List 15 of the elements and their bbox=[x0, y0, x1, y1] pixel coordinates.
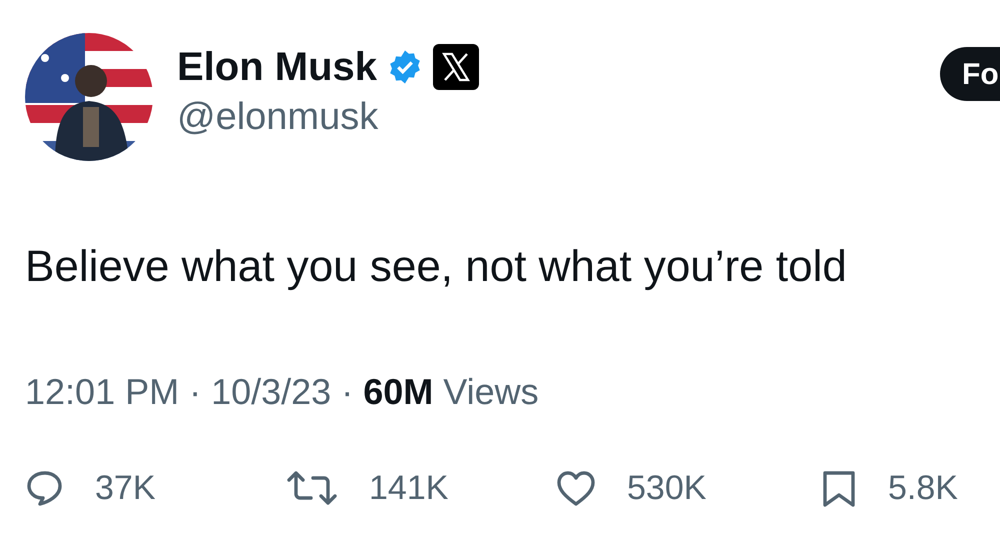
tweet-text: Believe what you see, not what you’re told bbox=[25, 241, 848, 293]
separator-dot: · bbox=[189, 370, 202, 414]
post-time: 12:01 PM bbox=[25, 370, 180, 414]
follow-button[interactable]: Fo bbox=[940, 47, 1000, 101]
views-label: Views bbox=[443, 370, 539, 414]
action-count: 530K bbox=[627, 468, 706, 509]
user-name: Elon Musk bbox=[177, 44, 378, 91]
action-count: 37K bbox=[95, 468, 156, 509]
post-date: 10/3/23 bbox=[211, 370, 332, 414]
separator-dot: · bbox=[341, 370, 354, 414]
action-count: 141K bbox=[369, 468, 448, 509]
heart-icon[interactable] bbox=[555, 468, 597, 508]
user-handle: @elonmusk bbox=[177, 95, 380, 140]
action-count: 5.8K bbox=[888, 468, 958, 509]
views-count: 60M bbox=[363, 370, 434, 414]
